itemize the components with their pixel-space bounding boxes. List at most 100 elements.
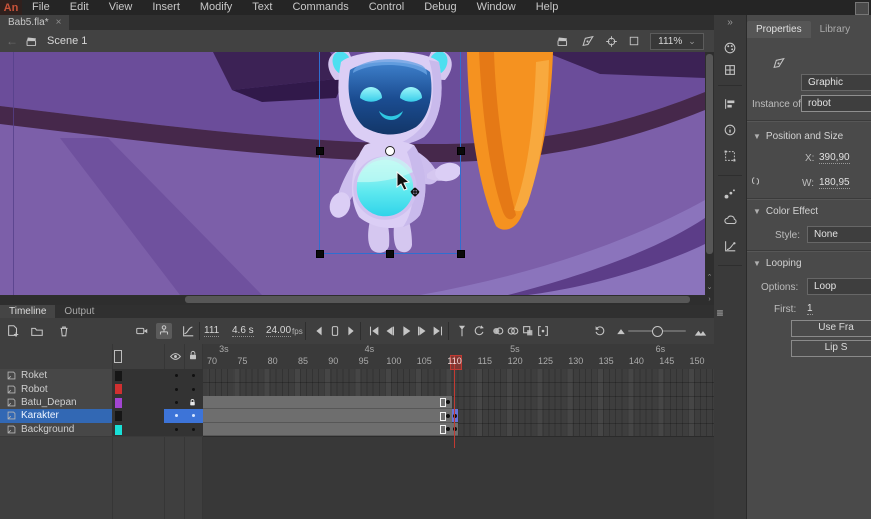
document-tab[interactable]: Bab5.fla* × [0, 15, 69, 30]
animate-logo[interactable]: An [0, 0, 22, 15]
link-broken-icon[interactable] [749, 174, 762, 188]
symbol-type-select[interactable]: Graphic [801, 74, 871, 91]
onion-skin-icon[interactable] [490, 323, 506, 339]
collapse-panels-icon[interactable]: » [714, 17, 746, 28]
layer-color-swatch[interactable] [115, 371, 122, 381]
center-stage-icon[interactable] [605, 35, 618, 48]
frame-span[interactable] [203, 396, 452, 409]
frame-end-marker[interactable] [440, 412, 446, 421]
layer-lock-dot[interactable] [192, 388, 195, 391]
frame-row-robot[interactable] [203, 382, 714, 396]
menu-control[interactable]: Control [359, 0, 414, 15]
frame-area[interactable]: 3s4s5s6s70758085909510010511011512012513… [203, 344, 714, 519]
transform-icon[interactable] [714, 149, 746, 163]
layer-row-robot[interactable]: Robot [0, 382, 203, 396]
menu-view[interactable]: View [99, 0, 143, 15]
menu-insert[interactable]: Insert [142, 0, 190, 15]
x-value[interactable]: 390,90 [819, 152, 850, 164]
frame-row-roket[interactable] [203, 369, 714, 383]
elapsed-time-indicator[interactable]: 4.6 s [232, 323, 254, 339]
first-frame-value[interactable]: 1 [807, 303, 813, 315]
cc-cloud-icon[interactable] [714, 213, 746, 227]
next-frame-icon[interactable] [343, 323, 359, 339]
panel-menu-icon[interactable]: ≡ [704, 306, 736, 320]
parent-layers-icon[interactable] [156, 323, 172, 339]
layer-visibility-dot[interactable] [175, 388, 178, 391]
playhead-line[interactable] [454, 356, 456, 448]
layer-color-swatch[interactable] [115, 398, 122, 408]
frame-end-marker[interactable] [440, 425, 446, 434]
layer-color-swatch[interactable] [115, 384, 122, 394]
graph-editor-icon[interactable] [180, 323, 196, 339]
layer-row-karakter[interactable]: Karakter [0, 409, 203, 423]
first-frame-icon[interactable] [366, 323, 382, 339]
instance-name-field[interactable]: robot [801, 95, 871, 112]
reset-zoom-icon[interactable] [592, 323, 608, 339]
transform-point[interactable] [385, 146, 395, 156]
align-icon[interactable] [714, 97, 746, 111]
workspace-icon[interactable] [855, 2, 869, 15]
style-select[interactable]: None [807, 226, 871, 243]
close-icon[interactable]: × [56, 17, 62, 28]
frame-row-karakter[interactable] [203, 409, 714, 423]
back-arrow-icon[interactable]: ← [6, 34, 18, 48]
current-frame-icon[interactable] [327, 323, 343, 339]
frame-span[interactable] [203, 409, 452, 422]
edit-multiple-frames-icon[interactable] [520, 323, 536, 339]
menu-modify[interactable]: Modify [190, 0, 242, 15]
lip-syncing-button[interactable]: Lip S [791, 340, 871, 357]
eye-icon[interactable] [169, 350, 182, 363]
info-icon[interactable] [714, 123, 746, 137]
frame-row-background[interactable] [203, 423, 714, 437]
section-looping[interactable]: ▼Looping [753, 258, 802, 269]
tab-library[interactable]: Library [811, 21, 860, 38]
loop-options-select[interactable]: Loop [807, 278, 871, 295]
swatches-icon[interactable] [714, 63, 746, 77]
zoom-level-select[interactable]: 111% ⌄ [650, 33, 704, 50]
loop-playback-icon[interactable] [471, 323, 487, 339]
menu-window[interactable]: Window [467, 0, 526, 15]
layer-color-swatch[interactable] [115, 411, 122, 421]
new-folder-icon[interactable] [29, 323, 45, 339]
motion-graph-icon[interactable] [714, 239, 746, 253]
layer-row-background[interactable]: Background [0, 423, 203, 437]
w-value[interactable]: 180,95 [819, 177, 850, 189]
layer-visibility-dot[interactable] [175, 428, 178, 431]
camera-icon[interactable] [134, 323, 150, 339]
menu-edit[interactable]: Edit [60, 0, 99, 15]
lock-icon[interactable] [187, 349, 199, 362]
zoom-out-mountain-icon[interactable] [613, 323, 629, 339]
menu-text[interactable]: Text [242, 0, 282, 15]
color-icon[interactable] [714, 41, 746, 55]
stage-canvas[interactable] [0, 52, 705, 295]
layer-locked-icon[interactable] [188, 397, 197, 408]
layer-visibility-dot[interactable] [175, 401, 178, 404]
last-frame-icon[interactable] [430, 323, 446, 339]
frame-span[interactable] [203, 423, 458, 436]
center-playhead-icon[interactable] [454, 323, 470, 339]
layer-row-batu_depan[interactable]: Batu_Depan [0, 396, 203, 410]
menu-help[interactable]: Help [526, 0, 569, 15]
layer-lock-dot[interactable] [192, 428, 195, 431]
tab-timeline[interactable]: Timeline [0, 305, 55, 318]
step-back-icon[interactable] [382, 323, 398, 339]
menu-commands[interactable]: Commands [282, 0, 358, 15]
onion-outlines-icon[interactable] [505, 323, 521, 339]
edit-scene-icon[interactable] [555, 35, 570, 48]
tab-properties[interactable]: Properties [747, 21, 811, 38]
outline-column-icon[interactable] [114, 350, 122, 363]
section-color-effect[interactable]: ▼Color Effect [753, 206, 818, 217]
menu-debug[interactable]: Debug [414, 0, 466, 15]
new-layer-icon[interactable] [5, 323, 21, 339]
frame-row-batu_depan[interactable] [203, 396, 714, 410]
stage-horizontal-scrollbar[interactable] [0, 295, 705, 305]
clip-content-icon[interactable] [628, 35, 640, 47]
tab-output[interactable]: Output [55, 305, 103, 318]
current-frame-indicator[interactable]: 111 [204, 323, 219, 339]
modify-markers-icon[interactable] [535, 323, 551, 339]
zoom-in-mountain-icon[interactable] [692, 323, 708, 339]
selection-handle-bottom-right[interactable] [457, 250, 465, 258]
frame-end-marker[interactable] [440, 398, 446, 407]
selection-handle-mid-left[interactable] [316, 147, 324, 155]
brush-dots-icon[interactable] [714, 187, 746, 201]
